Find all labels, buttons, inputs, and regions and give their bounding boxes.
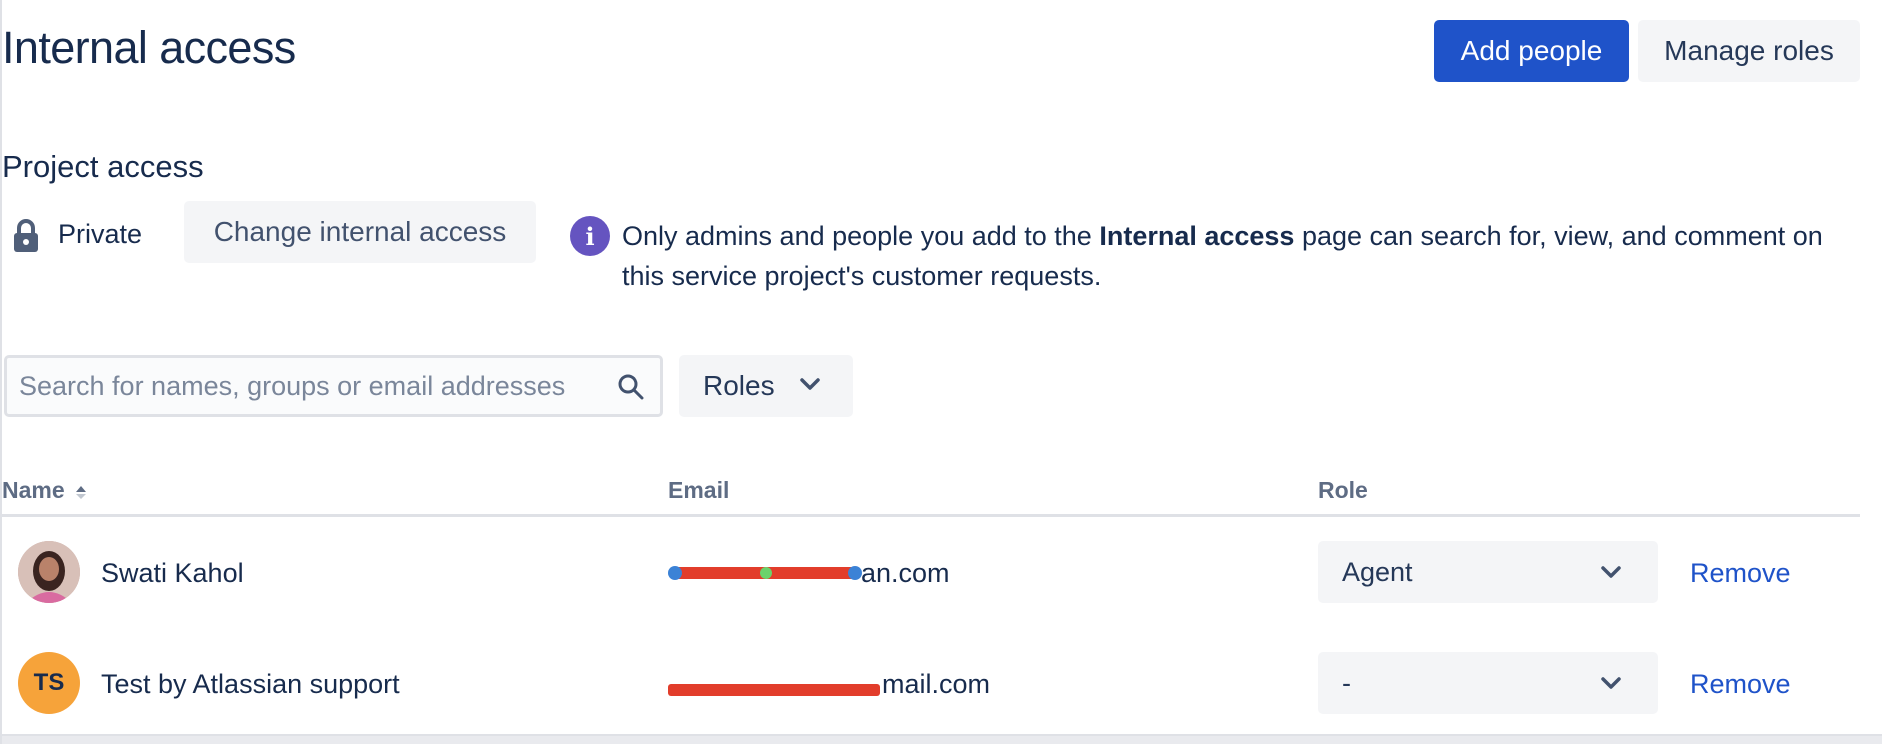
info-text-start: Only admins and people you add to the (622, 221, 1100, 251)
avatar-photo-icon (18, 541, 80, 603)
remove-link[interactable]: Remove (1690, 669, 1791, 700)
add-people-button[interactable]: Add people (1434, 20, 1629, 82)
search-input[interactable] (19, 358, 609, 414)
manage-roles-button[interactable]: Manage roles (1638, 20, 1860, 82)
column-header-role: Role (1318, 477, 1368, 503)
column-header-name[interactable]: Name (2, 477, 87, 504)
email-redaction (668, 684, 880, 696)
role-value: Agent (1342, 557, 1413, 587)
change-internal-access-button[interactable]: Change internal access (184, 201, 536, 263)
member-email: mail.com (882, 669, 991, 699)
column-header-email: Email (668, 477, 730, 503)
redaction-handle (848, 566, 862, 580)
role-value: - (1342, 668, 1351, 698)
info-icon: i (570, 216, 610, 256)
role-select[interactable]: Agent (1318, 541, 1658, 603)
chevron-down-icon (800, 378, 820, 390)
table-row: TS Test by Atlassian support mail.com - … (2, 638, 1860, 728)
lock-icon (14, 219, 38, 252)
project-access-title: Project access (2, 149, 204, 184)
avatar: TS (18, 652, 80, 714)
redaction-handle (668, 566, 682, 580)
avatar (18, 541, 80, 603)
member-name: Test by Atlassian support (101, 669, 400, 699)
table-row: Swati Kahol an.com Agent Remove (2, 527, 1860, 617)
info-text-bold: Internal access (1099, 221, 1295, 251)
search-field (4, 355, 663, 417)
search-icon (618, 374, 644, 400)
page-title: Internal access (2, 22, 296, 73)
roles-filter-button[interactable]: Roles (679, 355, 853, 417)
column-header-name-label: Name (2, 477, 65, 503)
member-name: Swati Kahol (101, 558, 244, 588)
chevron-down-icon (1601, 677, 1621, 689)
info-message: Only admins and people you add to the In… (622, 216, 1872, 296)
member-email: an.com (861, 558, 950, 588)
visibility-label: Private (58, 219, 143, 249)
chevron-down-icon (1601, 566, 1621, 578)
role-select[interactable]: - (1318, 652, 1658, 714)
sort-icon (76, 485, 87, 499)
table-header-divider (2, 514, 1860, 517)
remove-link[interactable]: Remove (1690, 558, 1791, 589)
redaction-handle (760, 567, 772, 579)
roles-filter-label: Roles (703, 370, 775, 401)
bottom-divider (2, 734, 1882, 744)
internal-access-page: Internal access Add people Manage roles … (0, 0, 1882, 744)
